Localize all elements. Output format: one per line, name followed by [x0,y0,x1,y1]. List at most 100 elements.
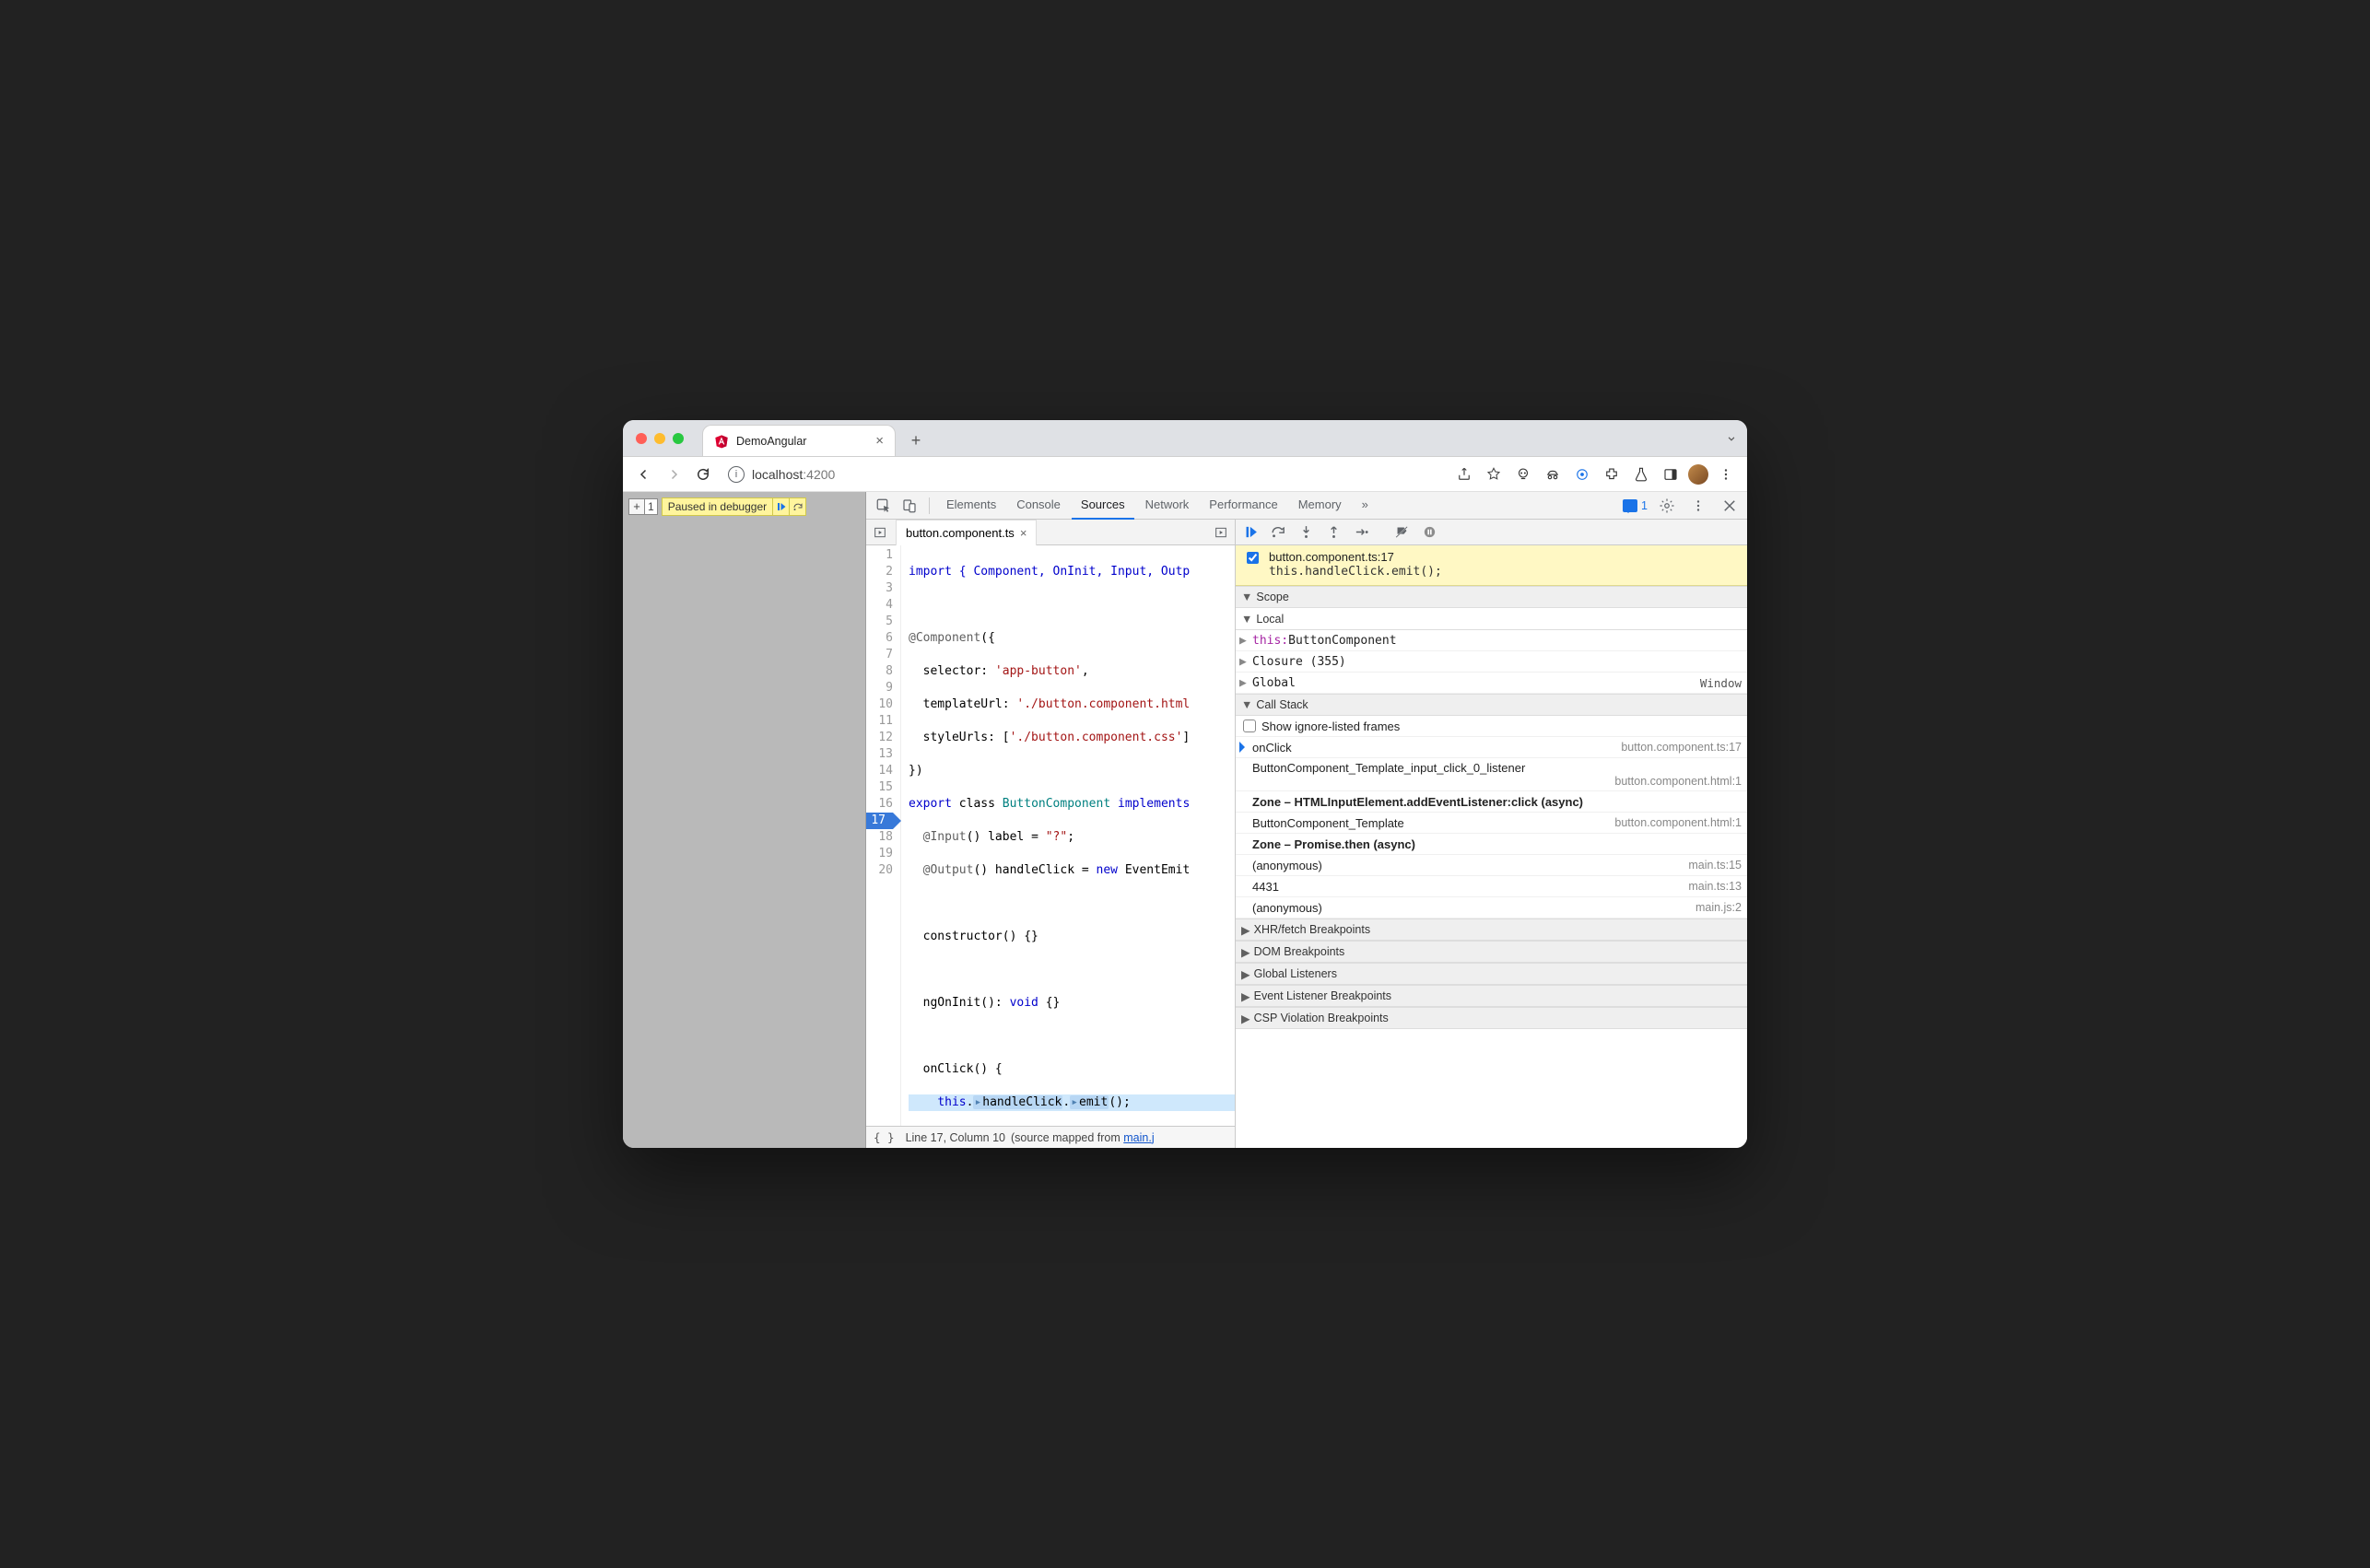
step-out-button[interactable] [1320,521,1346,544]
devtools-tabbar: Elements Console Sources Network Perform… [866,492,1747,520]
scope-this[interactable]: ▶this: ButtonComponent [1236,630,1747,651]
share-icon[interactable] [1452,462,1476,486]
breakpoint-entry[interactable]: button.component.ts:17 this.handleClick.… [1236,545,1747,586]
source-map-link[interactable]: main.j [1123,1131,1154,1144]
show-ignored-frames-toggle[interactable]: Show ignore-listed frames [1236,716,1747,737]
breakpoint-checkbox[interactable] [1247,552,1259,564]
issues-button[interactable]: 1 [1623,499,1648,512]
scope-local-header[interactable]: ▼Local [1236,608,1747,630]
checkbox-icon[interactable] [1243,720,1256,732]
profile-avatar-icon[interactable] [1688,464,1708,485]
minimize-window-icon[interactable] [654,433,665,444]
debugger-body: button.component.ts:17 this.handleClick.… [1236,545,1747,1148]
paused-label: Paused in debugger [663,500,772,513]
event-listener-breakpoints-header[interactable]: ▶Event Listener Breakpoints [1236,985,1747,1007]
tab-performance[interactable]: Performance [1200,492,1286,520]
stack-async-boundary: Zone – HTMLInputElement.addEventListener… [1236,791,1747,813]
menu-icon[interactable] [1714,462,1738,486]
breakpoint-code: this.handleClick.emit(); [1269,565,1442,579]
angular-favicon-icon [714,434,729,449]
step-into-button[interactable] [1293,521,1319,544]
line-gutter: 1 2 3 4 5 6 7 8 9 10 11 12 13 [866,545,901,1126]
stack-frame[interactable]: (anonymous)main.js:2 [1236,897,1747,919]
tab-sources[interactable]: Sources [1072,492,1134,520]
browser-tab[interactable]: DemoAngular × [702,425,896,456]
extension-incognito-icon[interactable] [1541,462,1565,486]
content-area: + 1 Paused in debugger Elements Console … [623,492,1747,1148]
toolbar-extensions [1452,462,1738,486]
current-line: this.▸handleClick.▸emit(); [909,1094,1235,1111]
file-tab[interactable]: button.component.ts × [896,520,1037,545]
callstack-header[interactable]: ▼Call Stack [1236,694,1747,716]
tab-title: DemoAngular [736,435,806,448]
pretty-print-icon[interactable]: { } [874,1130,895,1144]
issues-bubble-icon [1623,499,1637,512]
close-devtools-icon[interactable] [1718,494,1742,518]
extension-eye-icon[interactable] [1570,462,1594,486]
inspect-element-icon[interactable] [872,494,896,518]
pause-on-exceptions-icon[interactable] [1416,521,1442,544]
kebab-menu-icon[interactable] [1686,494,1710,518]
show-navigator-icon[interactable] [870,522,890,543]
url-field[interactable]: i localhost:4200 [721,461,848,488]
increment-button[interactable]: + [628,498,645,515]
step-button[interactable] [1348,521,1374,544]
breakpoint-file: button.component.ts:17 [1269,550,1442,564]
dom-breakpoints-header[interactable]: ▶DOM Breakpoints [1236,941,1747,963]
step-over-icon[interactable] [789,498,805,515]
maximize-window-icon[interactable] [673,433,684,444]
settings-gear-icon[interactable] [1655,494,1679,518]
global-listeners-header[interactable]: ▶Global Listeners [1236,963,1747,985]
close-window-icon[interactable] [636,433,647,444]
tab-console[interactable]: Console [1007,492,1070,520]
stack-frame[interactable]: (anonymous)main.ts:15 [1236,855,1747,876]
issues-count: 1 [1641,499,1648,512]
stack-frame[interactable]: onClickbutton.component.ts:17 [1236,737,1747,758]
stack-frame[interactable]: ButtonComponent_Template_input_click_0_l… [1236,758,1747,791]
tab-elements[interactable]: Elements [937,492,1005,520]
close-file-icon[interactable]: × [1020,526,1027,540]
tab-memory[interactable]: Memory [1289,492,1351,520]
editor-statusbar: { } Line 17, Column 10 (source mapped fr… [866,1126,1235,1148]
more-tabs-icon[interactable]: » [1353,492,1378,520]
close-tab-icon[interactable]: × [875,433,884,449]
stack-frame[interactable]: ButtonComponent_Templatebutton.component… [1236,813,1747,834]
window-controls [623,420,697,456]
extension-skull-icon[interactable] [1511,462,1535,486]
reload-button[interactable] [691,462,715,486]
extension-flask-icon[interactable] [1629,462,1653,486]
counter-value: 1 [644,498,658,515]
code-editor[interactable]: 1 2 3 4 5 6 7 8 9 10 11 12 13 [866,545,1235,1126]
devtools-panel: Elements Console Sources Network Perform… [866,492,1747,1148]
paused-in-debugger-pill: Paused in debugger [662,497,806,516]
site-info-icon[interactable]: i [728,466,745,483]
new-tab-button[interactable]: + [903,427,929,453]
breakpoint-gutter-icon: 17 [866,813,893,829]
csp-breakpoints-header[interactable]: ▶CSP Violation Breakpoints [1236,1007,1747,1029]
page-viewport: + 1 Paused in debugger [623,492,866,1148]
resume-icon[interactable] [772,498,789,515]
debugger-sidebar: button.component.ts:17 this.handleClick.… [1236,520,1747,1148]
debugger-toolbar [1236,520,1747,545]
forward-button[interactable] [662,462,686,486]
sources-layout: button.component.ts × 1 2 3 4 5 [866,520,1747,1148]
bookmark-star-icon[interactable] [1482,462,1506,486]
cursor-position: Line 17, Column 10 [906,1131,1005,1144]
side-panel-icon[interactable] [1659,462,1683,486]
chevron-down-icon[interactable] [1725,420,1738,456]
extensions-puzzle-icon[interactable] [1600,462,1624,486]
editor-tabbar: button.component.ts × [866,520,1235,545]
run-snippet-icon[interactable] [1211,522,1231,543]
step-over-button[interactable] [1265,521,1291,544]
scope-closure[interactable]: ▶Closure (355) [1236,651,1747,673]
xhr-breakpoints-header[interactable]: ▶XHR/fetch Breakpoints [1236,919,1747,941]
scope-global[interactable]: ▶GlobalWindow [1236,673,1747,694]
back-button[interactable] [632,462,656,486]
deactivate-breakpoints-icon[interactable] [1389,521,1414,544]
stack-frame[interactable]: 4431main.ts:13 [1236,876,1747,897]
resume-button[interactable] [1238,521,1263,544]
scope-header[interactable]: ▼Scope [1236,586,1747,608]
url-port: :4200 [803,467,835,482]
tab-network[interactable]: Network [1136,492,1199,520]
device-toolbar-icon[interactable] [898,494,921,518]
